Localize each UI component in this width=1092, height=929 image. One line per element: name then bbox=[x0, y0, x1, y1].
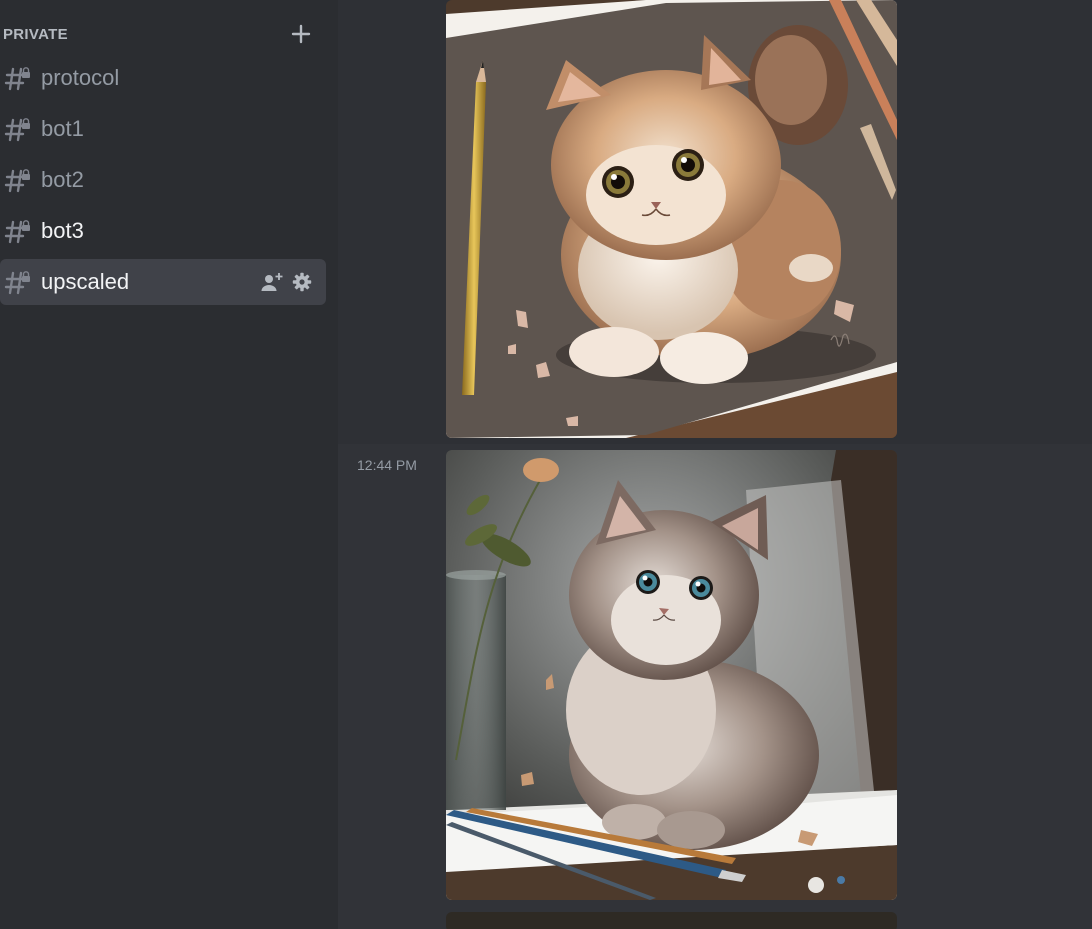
message-timestamp: 12:44 PM bbox=[357, 457, 417, 473]
locked-hash-icon bbox=[4, 268, 32, 296]
image-attachment-kitten-drawing[interactable] bbox=[446, 0, 897, 438]
plus-icon[interactable] bbox=[289, 22, 313, 46]
channel-label: protocol bbox=[41, 65, 120, 90]
category-label: PRIVATE bbox=[3, 25, 68, 43]
image-attachment-kitten-brushes[interactable] bbox=[446, 450, 897, 900]
channel-actions bbox=[260, 270, 314, 294]
locked-hash-icon bbox=[4, 115, 32, 143]
channel-item-upscaled[interactable]: upscaled bbox=[0, 259, 326, 305]
image-attachment-next[interactable] bbox=[446, 912, 897, 929]
channel-label: upscaled bbox=[41, 269, 130, 294]
category-header[interactable]: PRIVATE bbox=[3, 22, 323, 46]
channel-label: bot3 bbox=[41, 218, 84, 243]
channel-label: bot1 bbox=[41, 116, 84, 141]
locked-hash-icon bbox=[4, 217, 32, 245]
channel-item-bot3[interactable]: bot3 bbox=[0, 208, 326, 254]
channel-label: bot2 bbox=[41, 167, 84, 192]
gear-icon[interactable] bbox=[290, 270, 314, 294]
channel-item-protocol[interactable]: protocol bbox=[0, 55, 326, 101]
channel-item-bot1[interactable]: bot1 bbox=[0, 106, 326, 152]
channel-sidebar: PRIVATE protocol bot1 bot2 bot3 upscaled bbox=[0, 0, 338, 929]
locked-hash-icon bbox=[4, 166, 32, 194]
add-member-icon[interactable] bbox=[260, 270, 284, 294]
locked-hash-icon bbox=[4, 64, 32, 92]
chat-area[interactable]: 12:44 PM bbox=[338, 0, 1092, 929]
discord-window: PRIVATE protocol bot1 bot2 bot3 upscaled… bbox=[0, 0, 1092, 929]
channel-item-bot2[interactable]: bot2 bbox=[0, 157, 326, 203]
